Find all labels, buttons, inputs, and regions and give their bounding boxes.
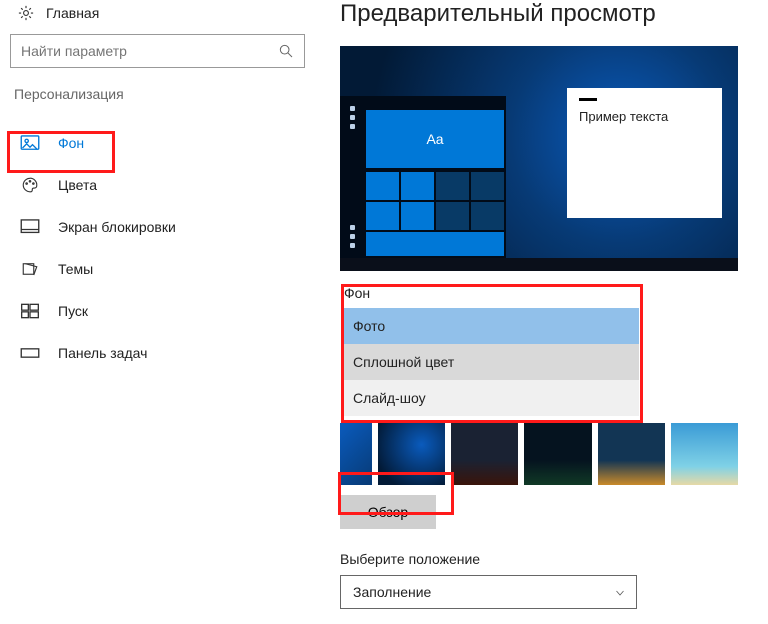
dropdown-option-photo[interactable]: Фото — [341, 308, 639, 344]
sidebar-item-label: Фон — [58, 135, 84, 151]
themes-icon — [20, 260, 40, 278]
preview-note-text: Пример текста — [579, 109, 668, 124]
preview-tile-aa: Aa — [366, 110, 504, 168]
position-value: Заполнение — [353, 584, 431, 600]
wallpaper-thumb[interactable] — [378, 423, 445, 485]
sidebar-item-start[interactable]: Пуск — [10, 290, 300, 332]
taskbar-icon — [20, 344, 40, 362]
dropdown-option-solid-color[interactable]: Сплошной цвет — [341, 344, 639, 380]
desktop-preview: Aa Пример текста — [340, 46, 738, 271]
search-icon — [278, 43, 294, 59]
background-dropdown-label: Фон — [340, 283, 640, 307]
preview-taskbar — [340, 258, 738, 271]
wallpaper-thumbnails — [340, 423, 738, 485]
page-title: Предварительный просмотр — [340, 0, 758, 28]
search-box[interactable] — [10, 34, 305, 68]
background-type-dropdown[interactable]: Фото Сплошной цвет Слайд-шоу — [340, 307, 640, 417]
preview-window: Пример текста — [567, 88, 722, 218]
section-label: Персонализация — [10, 86, 300, 122]
wallpaper-thumb[interactable] — [451, 423, 518, 485]
sidebar-item-label: Цвета — [58, 177, 97, 193]
wallpaper-thumb[interactable] — [671, 423, 738, 485]
picture-icon — [20, 134, 40, 152]
browse-button[interactable]: Обзор — [340, 495, 436, 529]
home-label: Главная — [46, 5, 99, 21]
sidebar-item-label: Темы — [58, 261, 93, 277]
start-icon — [20, 302, 40, 320]
wallpaper-thumb[interactable] — [598, 423, 665, 485]
dropdown-option-slideshow[interactable]: Слайд-шоу — [341, 380, 639, 416]
lockscreen-icon — [20, 218, 40, 236]
sidebar-item-colors[interactable]: Цвета — [10, 164, 300, 206]
sidebar-item-lockscreen[interactable]: Экран блокировки — [10, 206, 300, 248]
sidebar-item-themes[interactable]: Темы — [10, 248, 300, 290]
home-nav[interactable]: Главная — [10, 2, 300, 30]
start-menu-preview: Aa — [340, 96, 506, 258]
search-input[interactable] — [11, 43, 278, 59]
position-dropdown[interactable]: Заполнение — [340, 575, 637, 609]
gear-icon — [16, 4, 36, 22]
sidebar-item-background[interactable]: Фон — [10, 122, 300, 164]
sidebar-item-label: Пуск — [58, 303, 88, 319]
wallpaper-thumb[interactable] — [340, 423, 372, 485]
palette-icon — [20, 176, 40, 194]
sidebar-item-label: Панель задач — [58, 345, 147, 361]
chevron-down-icon — [614, 586, 626, 598]
position-label: Выберите положение — [340, 551, 758, 567]
sidebar-item-taskbar[interactable]: Панель задач — [10, 332, 300, 374]
sidebar-item-label: Экран блокировки — [58, 219, 176, 235]
wallpaper-thumb[interactable] — [524, 423, 591, 485]
